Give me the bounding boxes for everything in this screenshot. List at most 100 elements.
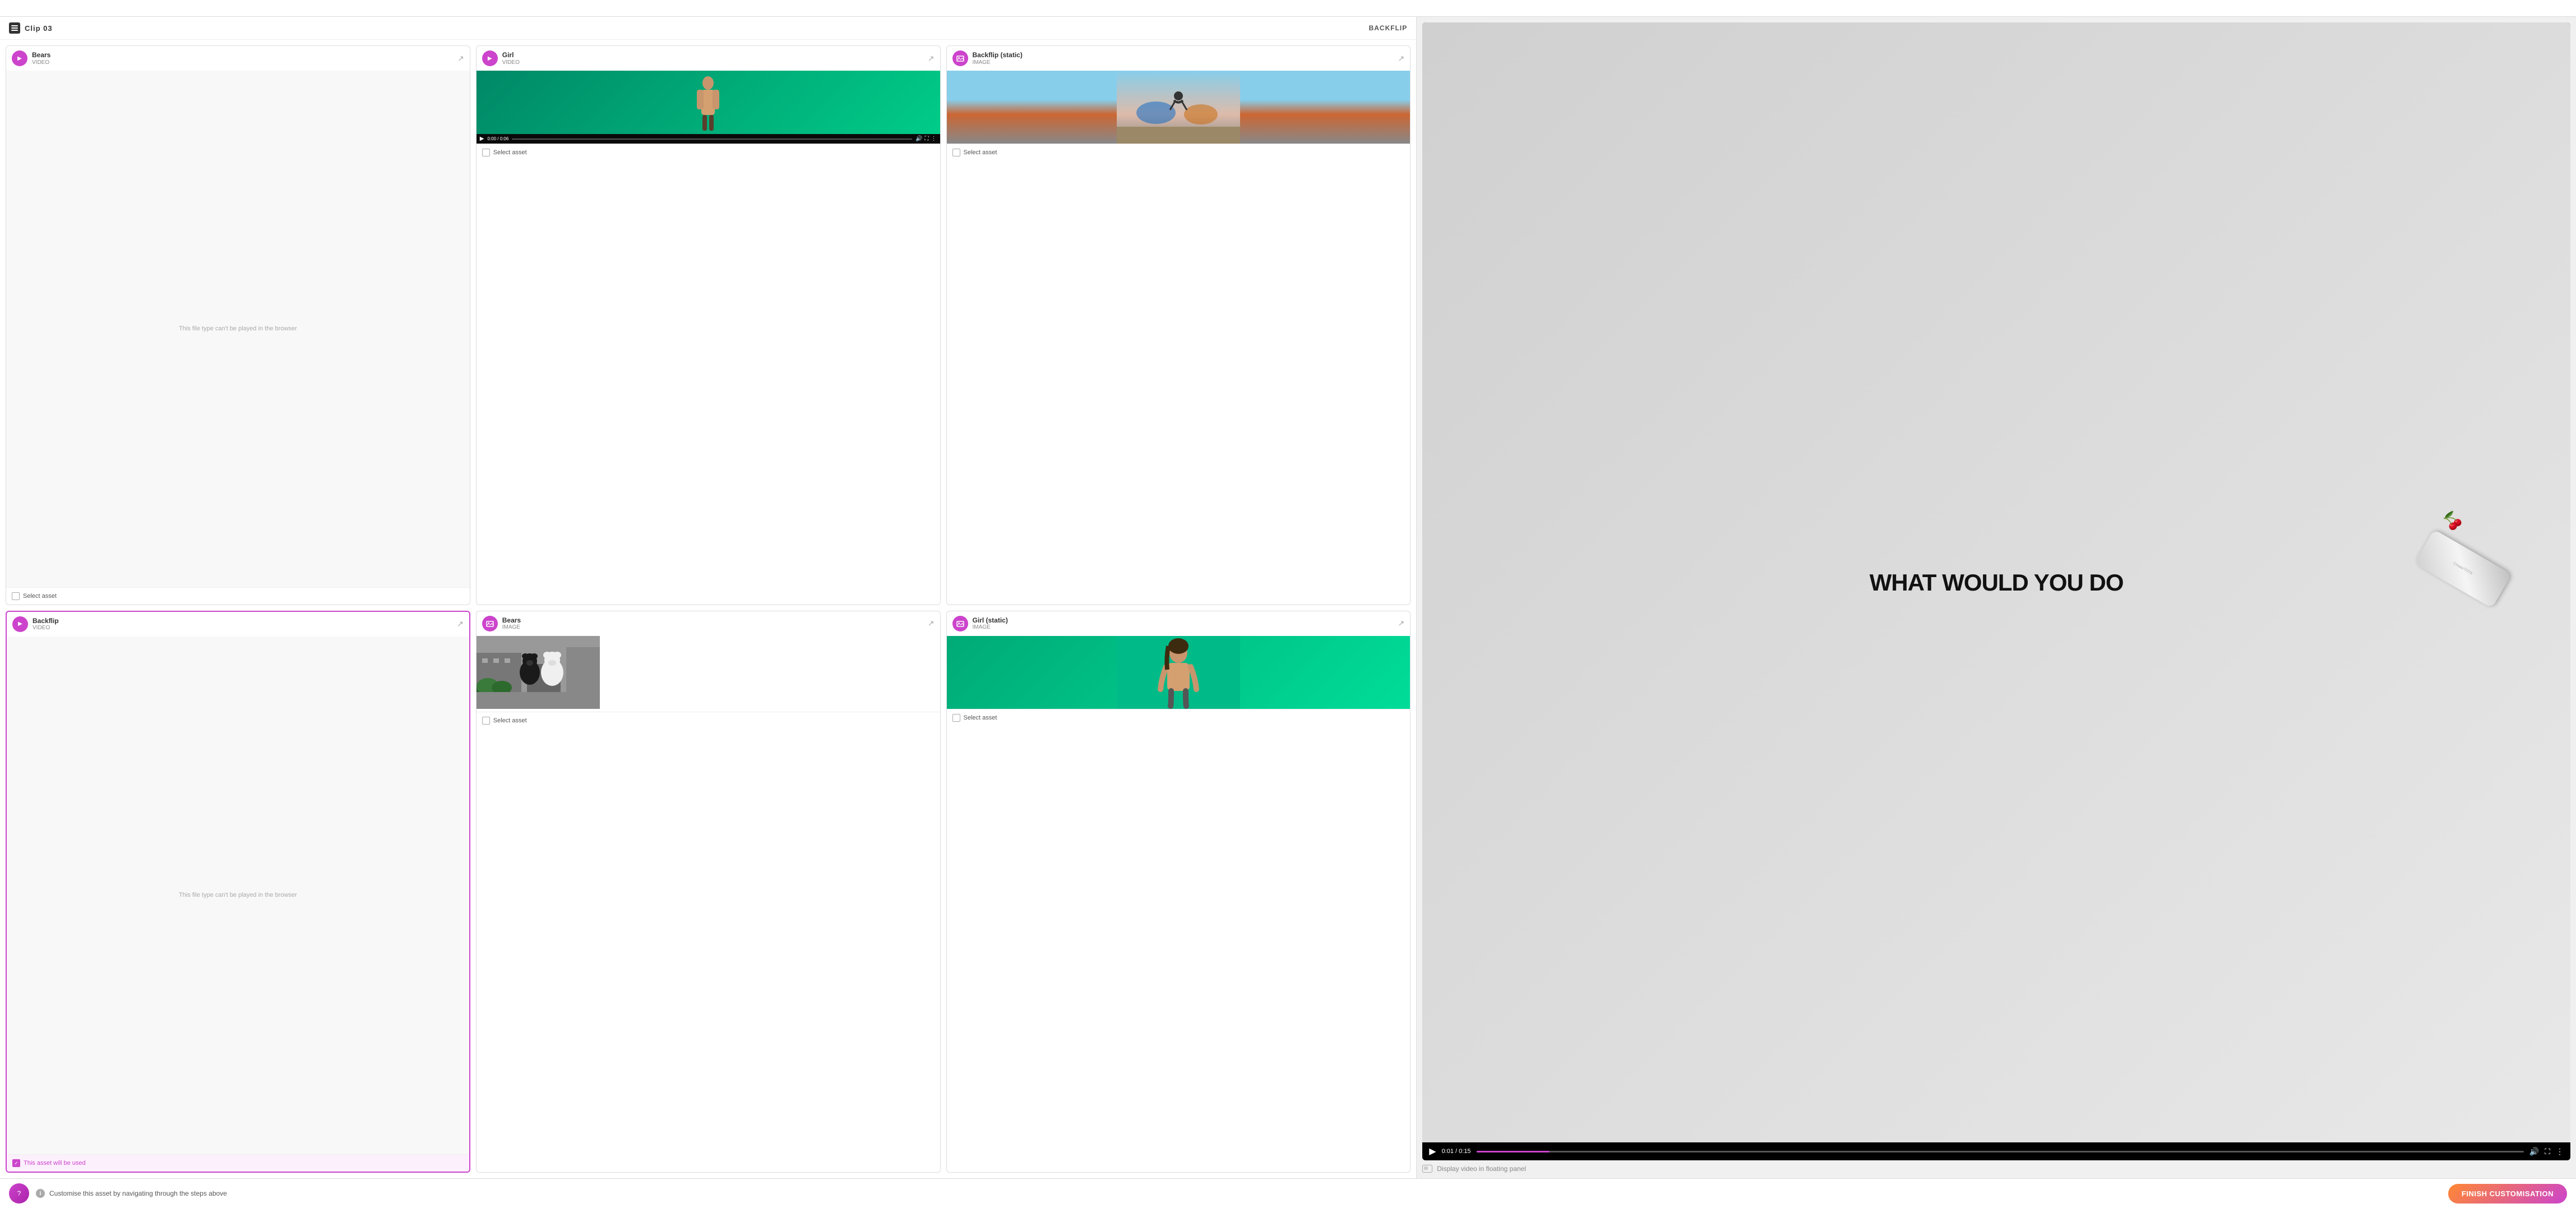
more-icon[interactable]: ⋮ (931, 136, 937, 142)
checkbox-bears-video[interactable] (12, 592, 20, 600)
asset-card-backflip-video: ▶ Backflip VIDEO ↗ This file type can't … (6, 611, 470, 1173)
main-play-button[interactable]: ▶ (1429, 1146, 1436, 1157)
footer-bears-image[interactable]: Select asset (477, 712, 940, 729)
external-link-bears-video[interactable]: ↗ (457, 54, 464, 63)
video-play-icon[interactable]: ▶ (480, 136, 484, 142)
card-header-bears-video: ▶ Bears VIDEO ↗ (6, 46, 470, 71)
card-header-backflip-static: Backflip (static) IMAGE ↗ (947, 46, 1410, 71)
asset-name-bears-video: Bears VIDEO (32, 51, 50, 65)
help-button[interactable]: ? (9, 1183, 29, 1204)
asset-card-backflip-static: Backflip (static) IMAGE ↗ (946, 45, 1411, 605)
checkbox-girl-static[interactable] (952, 714, 960, 722)
preview-girl-video: ▶ 0:00 / 0:06 🔊 ⛶ ⋮ (477, 71, 940, 144)
external-link-girl-static[interactable]: ↗ (1398, 619, 1405, 628)
can-body: CreateTOTA (2415, 529, 2512, 608)
footer-backflip-video[interactable]: ✓ This asset will be used (7, 1154, 469, 1172)
main-fullscreen-icon[interactable]: ⛶ (2545, 1147, 2550, 1156)
preview-bears-video: This file type can't be played in the br… (6, 71, 470, 587)
main-video-time: 0:01 / 0:15 (1442, 1148, 1471, 1155)
footer-label-girl-static: Select asset (964, 714, 997, 721)
video-preview-girl: ▶ 0:00 / 0:06 🔊 ⛶ ⋮ (477, 71, 940, 144)
main-more-icon[interactable]: ⋮ (2556, 1147, 2564, 1156)
asset-name-girl-static: Girl (static) IMAGE (973, 616, 1008, 630)
clip-title-text: Clip 03 (25, 24, 53, 33)
external-link-bears-image[interactable]: ↗ (928, 619, 935, 628)
question-icon: ? (17, 1189, 21, 1197)
footer-label-backflip-video: This asset will be used (24, 1160, 86, 1166)
external-link-backflip-video[interactable]: ↗ (457, 619, 464, 629)
footer-backflip-static[interactable]: Select asset (947, 144, 1410, 161)
asset-type-info-girl: ▶ Girl VIDEO (482, 50, 520, 66)
asset-card-girl-static: Girl (static) IMAGE ↗ (946, 611, 1411, 1173)
footer-label-bears-video: Select asset (23, 593, 57, 600)
preview-backflip-static (947, 71, 1410, 144)
main-progress-bar[interactable] (1477, 1151, 2524, 1152)
floating-display-label: Display video in floating panel (1437, 1165, 1526, 1173)
top-bar (0, 0, 2576, 17)
card-header-girl-static: Girl (static) IMAGE ↗ (947, 611, 1410, 636)
video-controls-girl: ▶ 0:00 / 0:06 🔊 ⛶ ⋮ (477, 134, 940, 144)
external-link-backflip-static[interactable]: ↗ (1398, 54, 1405, 63)
checkbox-bears-image[interactable] (482, 717, 490, 725)
asset-type-info-backflip-static: Backflip (static) IMAGE (952, 50, 1023, 66)
play-icon-girl-video: ▶ (482, 50, 498, 66)
footer-label-backflip-static: Select asset (964, 149, 997, 156)
main-video-text: WHAT WOULD YOU DO (1870, 569, 2124, 596)
checkbox-backflip-video[interactable]: ✓ (12, 1159, 20, 1167)
asset-type-info: ▶ Bears VIDEO (12, 50, 50, 66)
no-preview-text-bears-video: This file type can't be played in the br… (168, 313, 308, 344)
main-video-controls: ▶ 0:01 / 0:15 🔊 ⛶ ⋮ (1422, 1142, 2570, 1160)
asset-type-info-girl-static: Girl (static) IMAGE (952, 616, 1008, 631)
backflip-image-preview (947, 71, 1410, 144)
cherry-icon: 🍒 (2440, 508, 2466, 533)
video-inner-girl (477, 71, 940, 134)
info-text-container: i Customise this asset by navigating thr… (36, 1189, 227, 1198)
no-preview-text-backflip-video: This file type can't be played in the br… (168, 880, 308, 911)
asset-grid: ▶ Bears VIDEO ↗ This file type can't be … (0, 40, 1416, 1178)
preview-backflip-video: This file type can't be played in the br… (7, 637, 469, 1155)
finish-customisation-button[interactable]: FINISH CUSTOMISATION (2448, 1184, 2567, 1204)
image-icon-girl-static (952, 616, 968, 631)
can-decoration: 🍒 CreateTOTA (2424, 506, 2538, 637)
asset-type-info-backflip-video: ▶ Backflip VIDEO (12, 616, 59, 632)
main-video-content: WHAT WOULD YOU DO 🍒 CreateTOTA (1422, 22, 2570, 1142)
video-icons-girl: 🔊 ⛶ ⋮ (915, 136, 936, 142)
info-text: Customise this asset by navigating throu… (49, 1189, 227, 1197)
clip-header: Clip 03 BACKFLIP (0, 17, 1416, 40)
asset-card-girl-video: ▶ Girl VIDEO ↗ (476, 45, 941, 605)
asset-name-backflip-static: Backflip (static) IMAGE (973, 51, 1023, 65)
fullscreen-icon[interactable]: ⛶ (925, 136, 929, 142)
footer-label-bears-image: Select asset (493, 717, 527, 724)
image-icon-bears-image (482, 616, 498, 631)
footer-girl-video[interactable]: Select asset (477, 144, 940, 161)
asset-name-backflip-video: Backflip VIDEO (33, 617, 59, 631)
volume-icon[interactable]: 🔊 (915, 136, 922, 142)
play-icon-backflip-video: ▶ (12, 616, 28, 632)
external-link-girl-video[interactable]: ↗ (928, 54, 935, 63)
footer-bears-video[interactable]: Select asset (6, 587, 470, 605)
image-icon-backflip-static (952, 50, 968, 66)
card-header-girl-video: ▶ Girl VIDEO ↗ (477, 46, 940, 71)
backflip-label: BACKFLIP (1369, 24, 1408, 32)
video-progress-girl[interactable] (512, 139, 912, 140)
checkbox-girl-video[interactable] (482, 149, 490, 156)
floating-display-option[interactable]: Display video in floating panel (1422, 1165, 2570, 1173)
checkbox-backflip-static[interactable] (952, 149, 960, 156)
asset-name-bears-image: Bears IMAGE (502, 616, 521, 630)
main-content: Clip 03 BACKFLIP ▶ Bears VIDEO (0, 17, 2576, 1178)
preview-bears-image (477, 636, 940, 712)
play-icon-bears-video: ▶ (12, 50, 27, 66)
left-panel: Clip 03 BACKFLIP ▶ Bears VIDEO (0, 17, 1417, 1178)
asset-card-bears-image: Bears IMAGE ↗ (476, 611, 941, 1173)
main-progress-fill (1477, 1151, 1550, 1152)
card-header-backflip-video: ▶ Backflip VIDEO ↗ (7, 612, 469, 637)
card-header-bears-image: Bears IMAGE ↗ (477, 611, 940, 636)
asset-type-info-bears-image: Bears IMAGE (482, 616, 521, 631)
main-video-player: WHAT WOULD YOU DO 🍒 CreateTOTA ▶ 0:01 / (1422, 22, 2570, 1160)
info-icon: i (36, 1189, 45, 1198)
bottom-bar: ? i Customise this asset by navigating t… (0, 1178, 2576, 1208)
girl-static-image (947, 636, 1410, 709)
footer-girl-static[interactable]: Select asset (947, 709, 1410, 726)
right-panel: WHAT WOULD YOU DO 🍒 CreateTOTA ▶ 0:01 / (1417, 17, 2576, 1178)
main-volume-icon[interactable]: 🔊 (2529, 1147, 2539, 1156)
